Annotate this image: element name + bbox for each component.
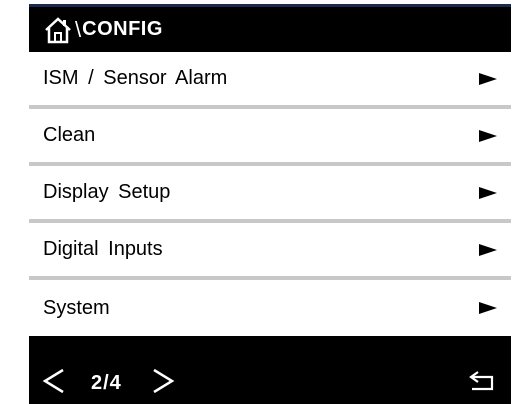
prev-page-button[interactable] <box>39 368 69 398</box>
back-button[interactable] <box>467 370 497 396</box>
menu-item-system[interactable]: System <box>29 280 511 336</box>
breadcrumb-separator: \ <box>75 16 82 42</box>
arrow-right-icon <box>479 301 497 315</box>
arrow-right-icon <box>479 72 497 86</box>
device-screen: \ CONFIG ISM / Sensor Alarm Clean Displa… <box>29 4 511 404</box>
menu-item-label: Digital Inputs <box>43 238 163 260</box>
page-indicator: 2/4 <box>91 371 122 394</box>
chevron-left-icon <box>41 367 67 400</box>
page-title: CONFIG <box>82 18 163 40</box>
next-page-button[interactable] <box>148 368 178 398</box>
menu-item-label: System <box>43 296 110 319</box>
menu-item-digital-inputs[interactable]: Digital Inputs <box>29 223 511 280</box>
header-bar: \ CONFIG <box>29 7 511 52</box>
return-icon <box>468 370 496 397</box>
arrow-right-icon <box>479 243 497 257</box>
menu-item-clean[interactable]: Clean <box>29 109 511 166</box>
arrow-right-icon <box>479 129 497 143</box>
menu-item-display-setup[interactable]: Display Setup <box>29 166 511 223</box>
chevron-right-icon <box>150 367 176 400</box>
config-menu: ISM / Sensor Alarm Clean Display Setup D… <box>29 52 511 336</box>
home-icon[interactable] <box>43 16 73 44</box>
footer-bar: 2/4 <box>29 362 511 404</box>
menu-item-label: Display Setup <box>43 181 171 203</box>
menu-item-ism-sensor-alarm[interactable]: ISM / Sensor Alarm <box>29 52 511 109</box>
arrow-right-icon <box>479 186 497 200</box>
menu-item-label: ISM / Sensor Alarm <box>43 67 228 89</box>
menu-item-label: Clean <box>43 124 96 146</box>
